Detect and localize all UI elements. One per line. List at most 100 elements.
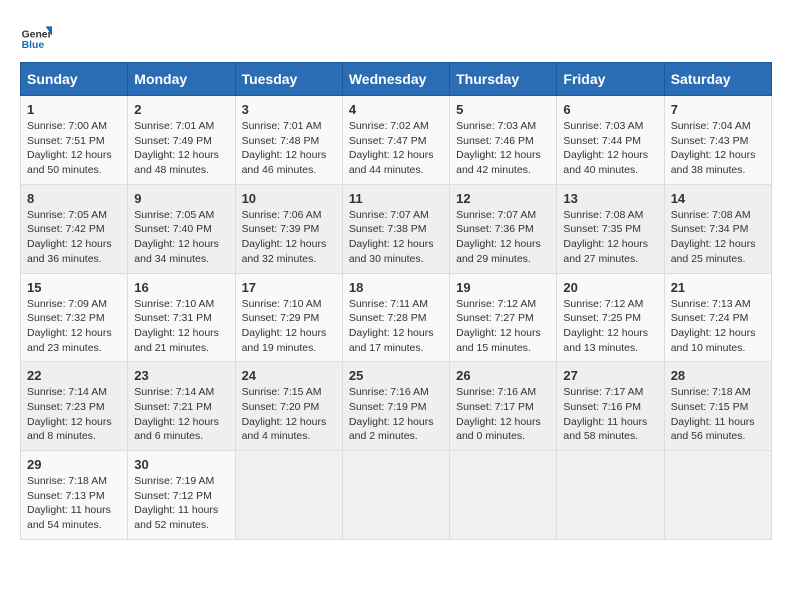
day-number: 26 <box>456 368 550 383</box>
calendar-week-2: 8 Sunrise: 7:05 AMSunset: 7:42 PMDayligh… <box>21 184 772 273</box>
day-info: Sunrise: 7:18 AMSunset: 7:13 PMDaylight:… <box>27 474 121 533</box>
calendar-cell: 23 Sunrise: 7:14 AMSunset: 7:21 PMDaylig… <box>128 362 235 451</box>
calendar-cell: 4 Sunrise: 7:02 AMSunset: 7:47 PMDayligh… <box>342 96 449 185</box>
day-number: 29 <box>27 457 121 472</box>
calendar-cell <box>664 451 771 540</box>
day-info: Sunrise: 7:08 AMSunset: 7:34 PMDaylight:… <box>671 208 765 267</box>
day-info: Sunrise: 7:00 AMSunset: 7:51 PMDaylight:… <box>27 119 121 178</box>
calendar-cell: 10 Sunrise: 7:06 AMSunset: 7:39 PMDaylig… <box>235 184 342 273</box>
calendar-cell: 24 Sunrise: 7:15 AMSunset: 7:20 PMDaylig… <box>235 362 342 451</box>
calendar-cell: 19 Sunrise: 7:12 AMSunset: 7:27 PMDaylig… <box>450 273 557 362</box>
calendar-cell: 14 Sunrise: 7:08 AMSunset: 7:34 PMDaylig… <box>664 184 771 273</box>
day-info: Sunrise: 7:09 AMSunset: 7:32 PMDaylight:… <box>27 297 121 356</box>
day-info: Sunrise: 7:04 AMSunset: 7:43 PMDaylight:… <box>671 119 765 178</box>
day-number: 23 <box>134 368 228 383</box>
calendar-cell: 28 Sunrise: 7:18 AMSunset: 7:15 PMDaylig… <box>664 362 771 451</box>
calendar-cell: 25 Sunrise: 7:16 AMSunset: 7:19 PMDaylig… <box>342 362 449 451</box>
day-number: 21 <box>671 280 765 295</box>
col-header-saturday: Saturday <box>664 63 771 96</box>
day-number: 18 <box>349 280 443 295</box>
day-number: 11 <box>349 191 443 206</box>
calendar-cell <box>342 451 449 540</box>
day-info: Sunrise: 7:08 AMSunset: 7:35 PMDaylight:… <box>563 208 657 267</box>
day-number: 19 <box>456 280 550 295</box>
logo: General Blue <box>20 20 52 52</box>
calendar-cell: 16 Sunrise: 7:10 AMSunset: 7:31 PMDaylig… <box>128 273 235 362</box>
calendar-cell: 29 Sunrise: 7:18 AMSunset: 7:13 PMDaylig… <box>21 451 128 540</box>
day-number: 10 <box>242 191 336 206</box>
calendar-cell: 11 Sunrise: 7:07 AMSunset: 7:38 PMDaylig… <box>342 184 449 273</box>
day-number: 17 <box>242 280 336 295</box>
day-info: Sunrise: 7:13 AMSunset: 7:24 PMDaylight:… <box>671 297 765 356</box>
calendar-week-3: 15 Sunrise: 7:09 AMSunset: 7:32 PMDaylig… <box>21 273 772 362</box>
day-info: Sunrise: 7:03 AMSunset: 7:46 PMDaylight:… <box>456 119 550 178</box>
calendar-cell: 21 Sunrise: 7:13 AMSunset: 7:24 PMDaylig… <box>664 273 771 362</box>
day-number: 20 <box>563 280 657 295</box>
day-info: Sunrise: 7:07 AMSunset: 7:36 PMDaylight:… <box>456 208 550 267</box>
col-header-monday: Monday <box>128 63 235 96</box>
day-info: Sunrise: 7:16 AMSunset: 7:19 PMDaylight:… <box>349 385 443 444</box>
day-info: Sunrise: 7:12 AMSunset: 7:27 PMDaylight:… <box>456 297 550 356</box>
day-info: Sunrise: 7:14 AMSunset: 7:21 PMDaylight:… <box>134 385 228 444</box>
day-number: 27 <box>563 368 657 383</box>
col-header-friday: Friday <box>557 63 664 96</box>
day-info: Sunrise: 7:12 AMSunset: 7:25 PMDaylight:… <box>563 297 657 356</box>
calendar-cell: 7 Sunrise: 7:04 AMSunset: 7:43 PMDayligh… <box>664 96 771 185</box>
calendar-cell: 3 Sunrise: 7:01 AMSunset: 7:48 PMDayligh… <box>235 96 342 185</box>
calendar-cell: 17 Sunrise: 7:10 AMSunset: 7:29 PMDaylig… <box>235 273 342 362</box>
day-number: 13 <box>563 191 657 206</box>
day-info: Sunrise: 7:10 AMSunset: 7:31 PMDaylight:… <box>134 297 228 356</box>
day-number: 7 <box>671 102 765 117</box>
day-info: Sunrise: 7:02 AMSunset: 7:47 PMDaylight:… <box>349 119 443 178</box>
day-info: Sunrise: 7:05 AMSunset: 7:40 PMDaylight:… <box>134 208 228 267</box>
calendar-cell: 26 Sunrise: 7:16 AMSunset: 7:17 PMDaylig… <box>450 362 557 451</box>
calendar-cell: 8 Sunrise: 7:05 AMSunset: 7:42 PMDayligh… <box>21 184 128 273</box>
calendar-week-1: 1 Sunrise: 7:00 AMSunset: 7:51 PMDayligh… <box>21 96 772 185</box>
calendar-cell: 13 Sunrise: 7:08 AMSunset: 7:35 PMDaylig… <box>557 184 664 273</box>
calendar-cell: 6 Sunrise: 7:03 AMSunset: 7:44 PMDayligh… <box>557 96 664 185</box>
day-number: 30 <box>134 457 228 472</box>
col-header-thursday: Thursday <box>450 63 557 96</box>
day-info: Sunrise: 7:01 AMSunset: 7:49 PMDaylight:… <box>134 119 228 178</box>
day-info: Sunrise: 7:07 AMSunset: 7:38 PMDaylight:… <box>349 208 443 267</box>
calendar-cell <box>235 451 342 540</box>
day-number: 5 <box>456 102 550 117</box>
day-info: Sunrise: 7:16 AMSunset: 7:17 PMDaylight:… <box>456 385 550 444</box>
day-info: Sunrise: 7:14 AMSunset: 7:23 PMDaylight:… <box>27 385 121 444</box>
calendar-table: SundayMondayTuesdayWednesdayThursdayFrid… <box>20 62 772 540</box>
calendar-cell: 2 Sunrise: 7:01 AMSunset: 7:49 PMDayligh… <box>128 96 235 185</box>
day-info: Sunrise: 7:11 AMSunset: 7:28 PMDaylight:… <box>349 297 443 356</box>
calendar-week-5: 29 Sunrise: 7:18 AMSunset: 7:13 PMDaylig… <box>21 451 772 540</box>
day-number: 14 <box>671 191 765 206</box>
calendar-cell: 5 Sunrise: 7:03 AMSunset: 7:46 PMDayligh… <box>450 96 557 185</box>
calendar-cell: 22 Sunrise: 7:14 AMSunset: 7:23 PMDaylig… <box>21 362 128 451</box>
day-info: Sunrise: 7:19 AMSunset: 7:12 PMDaylight:… <box>134 474 228 533</box>
calendar-cell <box>557 451 664 540</box>
day-number: 16 <box>134 280 228 295</box>
day-number: 9 <box>134 191 228 206</box>
day-number: 12 <box>456 191 550 206</box>
day-number: 8 <box>27 191 121 206</box>
day-info: Sunrise: 7:15 AMSunset: 7:20 PMDaylight:… <box>242 385 336 444</box>
day-number: 24 <box>242 368 336 383</box>
day-number: 4 <box>349 102 443 117</box>
day-info: Sunrise: 7:06 AMSunset: 7:39 PMDaylight:… <box>242 208 336 267</box>
day-number: 15 <box>27 280 121 295</box>
day-info: Sunrise: 7:01 AMSunset: 7:48 PMDaylight:… <box>242 119 336 178</box>
day-number: 3 <box>242 102 336 117</box>
logo-icon: General Blue <box>20 20 52 52</box>
calendar-cell <box>450 451 557 540</box>
calendar-cell: 1 Sunrise: 7:00 AMSunset: 7:51 PMDayligh… <box>21 96 128 185</box>
day-number: 6 <box>563 102 657 117</box>
calendar-cell: 30 Sunrise: 7:19 AMSunset: 7:12 PMDaylig… <box>128 451 235 540</box>
day-info: Sunrise: 7:18 AMSunset: 7:15 PMDaylight:… <box>671 385 765 444</box>
calendar-cell: 9 Sunrise: 7:05 AMSunset: 7:40 PMDayligh… <box>128 184 235 273</box>
day-number: 22 <box>27 368 121 383</box>
calendar-cell: 27 Sunrise: 7:17 AMSunset: 7:16 PMDaylig… <box>557 362 664 451</box>
day-info: Sunrise: 7:03 AMSunset: 7:44 PMDaylight:… <box>563 119 657 178</box>
day-info: Sunrise: 7:05 AMSunset: 7:42 PMDaylight:… <box>27 208 121 267</box>
col-header-tuesday: Tuesday <box>235 63 342 96</box>
calendar-cell: 18 Sunrise: 7:11 AMSunset: 7:28 PMDaylig… <box>342 273 449 362</box>
day-info: Sunrise: 7:17 AMSunset: 7:16 PMDaylight:… <box>563 385 657 444</box>
svg-text:General: General <box>22 30 52 41</box>
